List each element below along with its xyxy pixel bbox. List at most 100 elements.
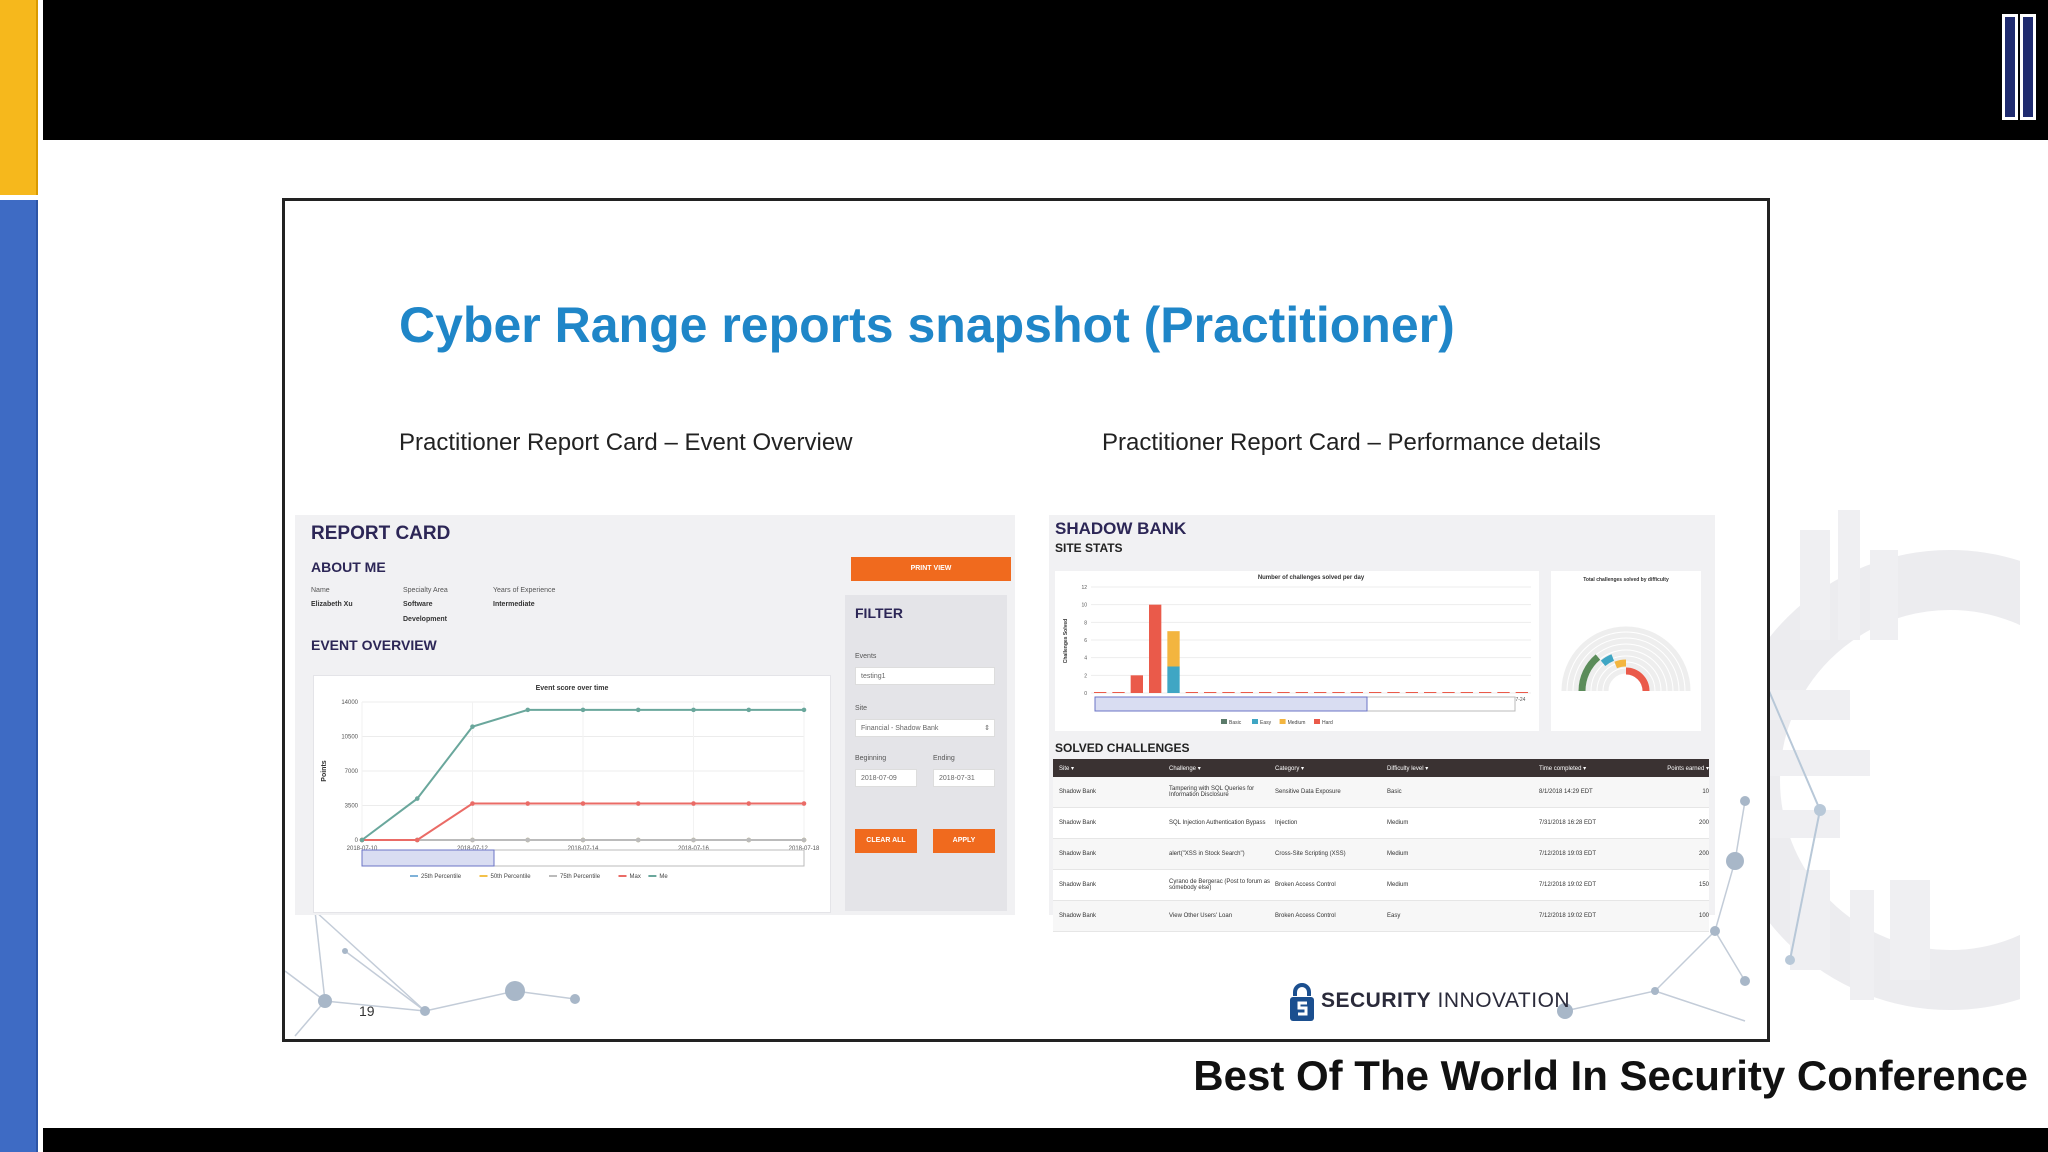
about-me-heading: ABOUT ME <box>311 559 386 575</box>
apply-button[interactable]: APPLY <box>933 829 995 853</box>
line-point <box>635 707 641 713</box>
col-difficulty-header[interactable]: Difficulty level ▾ <box>1387 765 1539 772</box>
col-category-header[interactable]: Category ▾ <box>1275 765 1387 772</box>
bar-chart-y-tick: 6 <box>1084 638 1087 644</box>
table-row: Shadow Bank Tampering with SQL Queries fo… <box>1053 777 1709 808</box>
beginning-label: Beginning <box>855 755 887 762</box>
shadow-bank-heading: SHADOW BANK <box>1055 519 1187 538</box>
ending-date-input[interactable]: 2018-07-31 <box>933 769 995 787</box>
logo-text-security: SECURITY <box>1321 989 1432 1012</box>
bar-chart-y-tick: 4 <box>1084 656 1087 662</box>
bar-chart-y-tick: 2 <box>1084 673 1087 679</box>
bar-zero-marker <box>1094 692 1107 693</box>
col-time-header[interactable]: Time completed ▾ <box>1539 765 1659 772</box>
event-overview-heading: EVENT OVERVIEW <box>311 637 437 653</box>
line-point <box>691 801 696 806</box>
line-point <box>525 707 531 713</box>
city-sphere-decoration <box>1760 510 2020 1010</box>
logo-text-innovation: INNOVATION <box>1437 989 1571 1012</box>
select-arrows-icon: ⇕ <box>984 725 990 732</box>
table-cell: Shadow Bank <box>1059 913 1097 919</box>
bar-legend-label: Medium <box>1288 720 1306 726</box>
bar-zero-marker <box>1314 692 1327 693</box>
line-point <box>414 837 420 843</box>
solved-challenges-table: Site ▾ Challenge ▾ Category ▾ Difficulty… <box>1053 759 1709 932</box>
col-challenge-header[interactable]: Challenge ▾ <box>1169 765 1275 772</box>
bar-zero-marker <box>1369 692 1382 693</box>
line-point <box>580 801 586 806</box>
table-cell: 150 <box>1698 882 1709 888</box>
report-card-heading: REPORT CARD <box>311 523 451 544</box>
pause-icon[interactable] <box>2002 14 2036 120</box>
table-cell: Shadow Bank <box>1059 851 1097 857</box>
line-chart-title: Event score over time <box>536 685 609 692</box>
table-cell: 7/12/2018 19:03 EDT <box>1539 851 1597 857</box>
bar-zero-marker <box>1350 692 1363 693</box>
specialty-value-1: Software <box>403 601 433 608</box>
clear-all-button[interactable]: CLEAR ALL <box>855 829 917 853</box>
bar-zero-marker <box>1112 692 1125 693</box>
events-label: Events <box>855 653 877 660</box>
line-point <box>525 837 531 843</box>
filter-heading: FILTER <box>855 605 903 621</box>
bar-zero-marker <box>1424 692 1437 693</box>
left-accent-blue <box>0 200 38 1152</box>
radial-chart-title: Total challenges solved by difficulty <box>1583 577 1669 583</box>
experience-label: Years of Experience <box>493 587 556 594</box>
lock-s-logo-icon <box>1290 983 1314 1021</box>
ending-label: Ending <box>933 755 955 762</box>
bar-zero-marker <box>1277 692 1290 693</box>
line-point <box>414 796 420 801</box>
line-point <box>746 837 752 843</box>
report-card-screenshot: REPORT CARD ABOUT ME Name Elizabeth Xu S… <box>295 515 1015 915</box>
beginning-date-input[interactable]: 2018-07-09 <box>855 769 917 787</box>
table-cell: 7/31/2018 16:28 EDT <box>1539 820 1597 826</box>
bar-legend-swatch <box>1221 719 1227 724</box>
challenges-per-day-card: Number of challenges solved per day Chall… <box>1055 571 1539 731</box>
line-chart-navigator-handle <box>361 849 495 867</box>
bar-hard <box>1149 604 1162 693</box>
table-cell: Shadow Bank <box>1059 789 1097 795</box>
table-cell: 10 <box>1702 789 1709 795</box>
table-cell: Sensitive Data Exposure <box>1275 789 1341 795</box>
line-legend-label: Max <box>630 874 641 880</box>
site-select-value: Financial - Shadow Bank <box>861 725 939 732</box>
table-cell: 100 <box>1698 913 1709 919</box>
difficulty-radial-chart: Total challenges solved by difficulty <box>1561 577 1691 692</box>
bar-legend-swatch <box>1279 719 1286 724</box>
table-cell: alert("XSS in Stock Search") <box>1169 851 1245 857</box>
site-select[interactable]: Financial - Shadow Bank ⇕ <box>855 719 995 737</box>
print-view-button[interactable]: PRINT VIEW <box>851 557 1011 581</box>
events-input[interactable]: testing1 <box>855 667 995 685</box>
specialty-value-2: Development <box>403 616 447 623</box>
col-points-header[interactable]: Points earned ▾ <box>1659 765 1709 772</box>
bar-easy <box>1167 666 1180 693</box>
specialty-label: Specialty Area <box>403 587 448 594</box>
col-site-header[interactable]: Site ▾ <box>1053 765 1169 772</box>
table-cell: Tampering with SQL Queries for Informati… <box>1169 786 1255 798</box>
challenges-per-day-bar-chart: Number of challenges solved per day Chall… <box>1063 575 1531 726</box>
name-value: Elizabeth Xu <box>311 601 353 608</box>
line-point <box>580 837 586 843</box>
table-cell: Shadow Bank <box>1059 820 1097 826</box>
table-cell: Broken Access Control <box>1275 882 1336 888</box>
slide: Cyber Range reports snapshot (Practition… <box>282 198 1770 1042</box>
radial-arc-medium <box>1614 659 1627 669</box>
line-point <box>525 801 531 806</box>
line-point <box>635 837 641 843</box>
line-chart-ylabel: Points <box>321 760 328 781</box>
subtitle-event-overview: Practitioner Report Card – Event Overvie… <box>399 429 853 456</box>
top-black-bar <box>43 0 2048 140</box>
bar-medium <box>1167 631 1180 667</box>
bar-chart-ylabel: Challenges Solved <box>1063 619 1069 663</box>
line-point <box>801 801 807 806</box>
bar-zero-marker <box>1222 692 1235 693</box>
table-cell: 200 <box>1698 851 1709 857</box>
line-legend-label: Me <box>659 874 668 880</box>
event-score-chart-card: Event score over time Points 0 3500 7000 1050… <box>313 675 831 913</box>
bar-zero-marker <box>1515 692 1528 693</box>
table-cell: View Other Users' Loan <box>1169 913 1233 919</box>
bar-zero-marker <box>1259 692 1272 693</box>
bar-legend-label: Basic <box>1229 720 1242 726</box>
left-accent-yellow <box>0 0 38 195</box>
